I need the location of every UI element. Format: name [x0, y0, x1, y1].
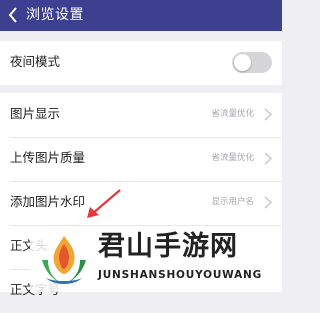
page-title: 浏览设置 — [26, 7, 84, 23]
night-mode-label: 夜间模式 — [10, 54, 61, 69]
image-display-label: 图片显示 — [10, 106, 61, 121]
night-mode-row: 夜间模式 — [0, 41, 282, 85]
annotation-arrow-icon — [87, 189, 121, 218]
add-watermark-row[interactable]: 添加图片水印 显示用户名 — [0, 181, 282, 225]
upload-quality-label: 上传图片质量 — [10, 150, 86, 165]
watermark-english-text: JUNSHANSHOUYOUWANG — [98, 269, 263, 281]
chevron-right-icon — [264, 196, 272, 209]
upload-quality-row[interactable]: 上传图片质量 省流量优化 — [0, 137, 282, 181]
chevron-right-icon — [264, 108, 272, 121]
add-watermark-value: 显示用户名 — [211, 197, 254, 207]
chevron-left-icon — [8, 7, 17, 23]
header-bar: 浏览设置 — [0, 0, 282, 31]
back-button[interactable] — [4, 4, 24, 26]
toggle-knob — [234, 54, 251, 71]
night-mode-toggle[interactable] — [232, 52, 272, 73]
flame-logo-icon — [42, 236, 86, 284]
add-watermark-label: 添加图片水印 — [10, 194, 86, 209]
site-watermark: 君山手游网 JUNSHANSHOUYOUWANG — [30, 226, 282, 292]
image-display-row[interactable]: 图片显示 省流量优化 — [0, 93, 282, 137]
night-mode-card: 夜间模式 — [0, 41, 282, 85]
upload-quality-value: 省流量优化 — [211, 153, 254, 163]
chevron-right-icon — [264, 152, 272, 165]
image-display-value: 省流量优化 — [211, 109, 254, 119]
watermark-chinese-text: 君山手游网 — [98, 231, 238, 262]
